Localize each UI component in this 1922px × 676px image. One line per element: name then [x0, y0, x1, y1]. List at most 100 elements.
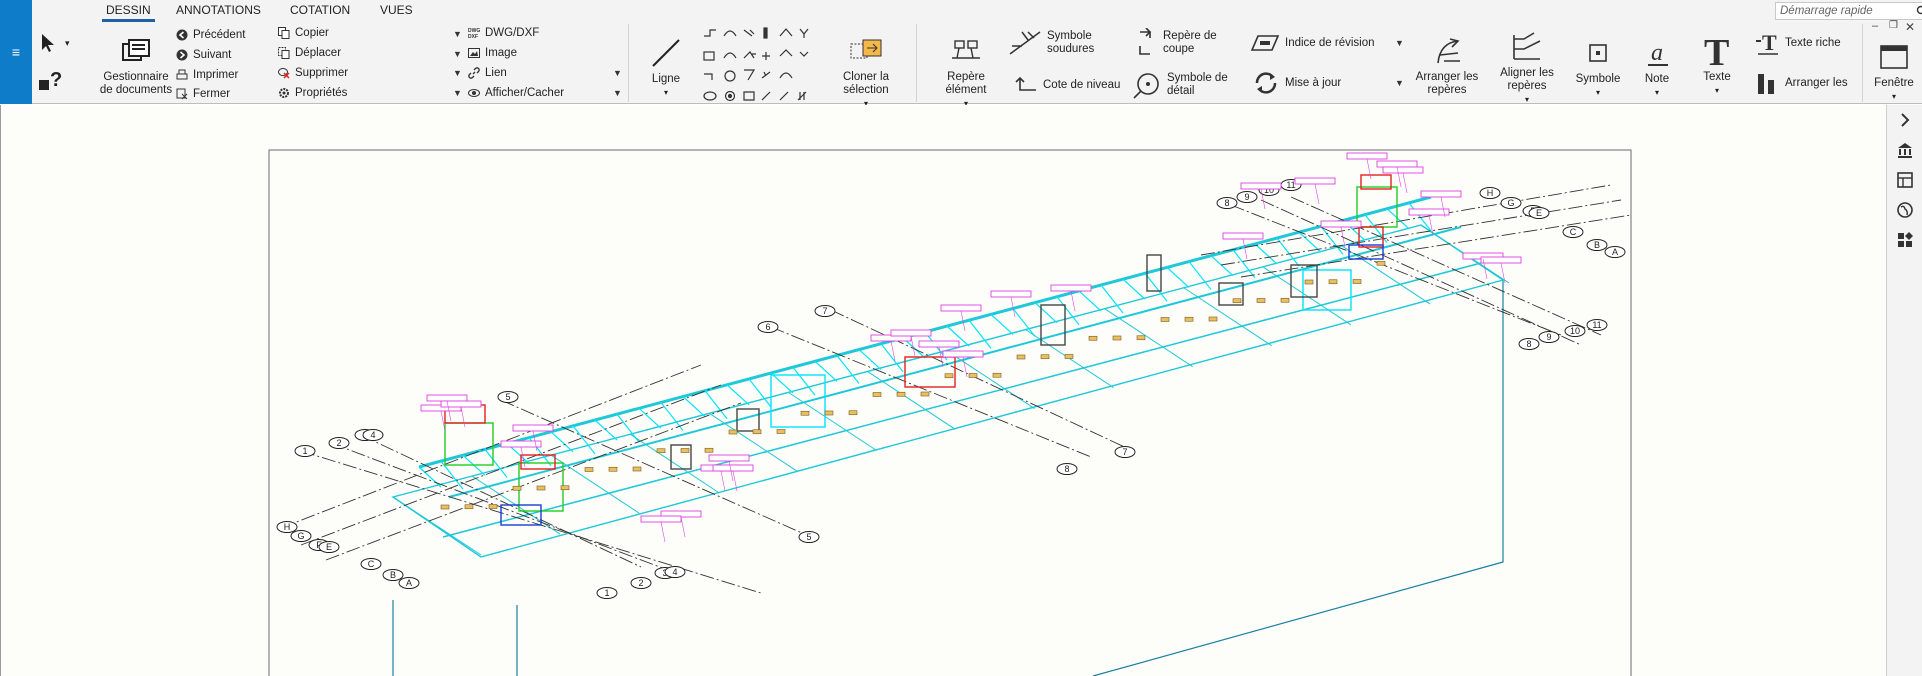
print-button[interactable]: Imprimer	[176, 69, 238, 81]
chevron-down-icon[interactable]: ▼	[1395, 38, 1404, 48]
grid-bubble-right-text: 11	[1592, 320, 1601, 330]
tab-annotations[interactable]: ANNOTATIONS	[172, 3, 265, 17]
pink-leader	[460, 406, 466, 428]
link-icon	[468, 67, 480, 79]
align-marks-icon	[1509, 30, 1545, 64]
grid-axis	[1260, 199, 1582, 346]
tab-vues[interactable]: VUES	[376, 3, 417, 17]
select-tool-button[interactable]: ▾	[38, 32, 70, 54]
level-dimension-button[interactable]: Cote de niveau	[1012, 76, 1120, 94]
properties-button[interactable]: Propriétés	[278, 87, 347, 99]
grid-bubble-right-text: G	[1507, 198, 1514, 208]
minimize-button[interactable]: –	[1872, 20, 1878, 32]
rich-text-label: Texte riche	[1785, 37, 1841, 49]
chevron-down-icon: ▾	[1654, 88, 1659, 97]
pink-leader	[660, 521, 666, 543]
truss-member	[990, 313, 1014, 335]
chevron-down-icon[interactable]: ▼	[453, 29, 462, 39]
truss-member	[1386, 208, 1410, 230]
grid-bubble-left-text: C	[368, 559, 375, 569]
shape-tools-grid[interactable]	[700, 26, 818, 104]
element-mark-label-1: Repère	[947, 71, 985, 83]
element-mark-button[interactable]: Repère élément ▾	[937, 34, 995, 110]
components-icon[interactable]	[1896, 231, 1914, 249]
tab-cotation[interactable]: COTATION	[286, 3, 354, 17]
drawing-canvas[interactable]: 12345HGFECBA67875891011HGFECBA8910111234	[0, 105, 1886, 676]
move-icon	[278, 47, 290, 59]
clone-selection-button[interactable]: Cloner la sélection ▾	[832, 34, 900, 110]
help-icon: ?	[39, 69, 62, 91]
pink-tag	[1320, 220, 1362, 228]
delete-button[interactable]: Supprimer	[278, 67, 348, 79]
truss-member	[1210, 255, 1234, 277]
fitting	[752, 429, 762, 435]
grid-bubble-left-text: B	[390, 570, 396, 580]
ribbon: DESSIN ANNOTATIONS COTATION VUES ▾ ? Ges…	[32, 0, 1922, 108]
chevron-down-icon[interactable]: ▼	[453, 49, 462, 59]
table-icon[interactable]	[1896, 171, 1914, 189]
move-button[interactable]: Déplacer	[278, 47, 341, 59]
align-marks-button[interactable]: Aligner les repères ▾	[1490, 30, 1564, 106]
pink-tag	[1294, 177, 1336, 185]
globe-icon[interactable]	[1896, 201, 1914, 219]
chevron-down-icon[interactable]: ▼	[453, 68, 462, 78]
fitting	[608, 466, 618, 472]
pink-tag	[1376, 160, 1418, 168]
show-hide-button[interactable]: Afficher/Cacher	[468, 87, 564, 99]
rich-text-button[interactable]: T Texte riche	[1756, 30, 1841, 56]
fitting	[968, 373, 978, 378]
level-label: Cote de niveau	[1043, 79, 1121, 91]
fitting	[656, 448, 666, 454]
copy-button[interactable]: Copier	[278, 27, 329, 39]
isometric-drawing[interactable]: 12345HGFECBA67875891011HGFECBA8910111234	[1, 105, 1887, 676]
fitting	[1136, 335, 1146, 341]
fitting	[1352, 279, 1362, 284]
chevron-down-icon[interactable]: ▼	[613, 88, 622, 98]
close-doc-button[interactable]: Fermer	[176, 88, 230, 100]
note-button[interactable]: a Note ▾	[1632, 36, 1682, 99]
fitting	[776, 429, 786, 434]
chevron-down-icon[interactable]: ▼	[1395, 78, 1404, 88]
arrow-right-circle-icon	[176, 49, 188, 61]
dwg-dxf-button[interactable]: DWG DXF DWG/DXF	[468, 27, 539, 39]
grid-bubble-left-text: G	[297, 531, 304, 541]
link-button[interactable]: Lien	[468, 67, 507, 79]
text-button[interactable]: T Texte ▾	[1692, 34, 1742, 97]
window-button[interactable]: Fenêtre ▾	[1872, 40, 1916, 103]
grid-bubble-bottom-text: 1	[604, 588, 609, 598]
bank-icon[interactable]	[1896, 141, 1914, 159]
arrange-marks-button[interactable]: Arranger les repères	[1410, 34, 1484, 97]
help-button[interactable]: ?	[36, 66, 66, 94]
delete-icon	[278, 67, 290, 79]
document-manager-button[interactable]: Gestionnaire de documents	[98, 34, 174, 97]
next-button[interactable]: Suivant	[176, 49, 231, 61]
chevron-down-icon[interactable]: ▼	[453, 88, 462, 98]
grid-bubble-right-text: 8	[1526, 339, 1531, 349]
revision-index-button[interactable]: Indice de révision	[1250, 34, 1375, 52]
section-icon	[1139, 28, 1152, 55]
grid-bubble-bottom-text: 4	[672, 567, 677, 577]
truss-member	[1122, 278, 1146, 300]
arrange-marks-label-2: repères	[1427, 84, 1467, 96]
close-window-button[interactable]: ✕	[1905, 20, 1915, 34]
arrange-button[interactable]: Arranger les	[1756, 70, 1848, 96]
truss-member	[682, 396, 706, 418]
detail-symbol-button[interactable]: Symbole de détail	[1132, 70, 1228, 100]
update-button[interactable]: Mise à jour	[1252, 70, 1341, 96]
window-icon	[1876, 40, 1912, 74]
pink-tag	[1240, 182, 1282, 190]
section-mark-button[interactable]: Repère de coupe	[1136, 28, 1217, 58]
chevron-down-icon[interactable]: ▼	[613, 68, 622, 78]
window-label: Fenêtre	[1874, 77, 1914, 89]
app-menu-button[interactable]: ≡	[0, 0, 32, 104]
previous-button[interactable]: Précédent	[176, 29, 245, 41]
symbol-button[interactable]: Symbole ▾	[1570, 36, 1626, 99]
tab-dessin[interactable]: DESSIN	[102, 3, 155, 22]
truss-member	[704, 390, 728, 420]
restore-button[interactable]: ❐	[1889, 20, 1898, 31]
chevron-right-icon[interactable]	[1896, 111, 1914, 129]
line-button[interactable]: Ligne ▾	[646, 36, 686, 99]
weld-symbol-button[interactable]: Symbole soudures	[1008, 28, 1094, 58]
image-button[interactable]: Image	[468, 47, 517, 59]
quick-start-search[interactable]: Démarrage rapide	[1775, 2, 1922, 20]
